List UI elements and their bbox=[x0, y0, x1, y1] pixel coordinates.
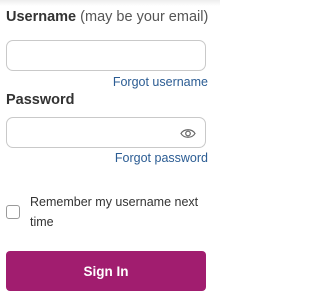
password-field[interactable] bbox=[6, 117, 206, 148]
sign-in-button[interactable]: Sign In bbox=[6, 251, 206, 291]
eye-icon[interactable] bbox=[180, 128, 196, 139]
forgot-username-link[interactable]: Forgot username bbox=[113, 75, 208, 89]
remember-checkbox[interactable] bbox=[6, 205, 20, 219]
username-input[interactable] bbox=[7, 41, 205, 70]
password-label: Password bbox=[6, 92, 75, 108]
remember-label[interactable]: Remember my username next time bbox=[30, 192, 200, 232]
username-label-text: Username bbox=[6, 9, 77, 25]
username-label: Username (may be your email) bbox=[6, 9, 208, 25]
username-field[interactable] bbox=[6, 40, 206, 71]
username-hint: (may be your email) bbox=[80, 9, 209, 25]
top-shadow bbox=[0, 0, 220, 6]
password-input[interactable] bbox=[7, 118, 205, 147]
forgot-password-link[interactable]: Forgot password bbox=[115, 151, 208, 165]
